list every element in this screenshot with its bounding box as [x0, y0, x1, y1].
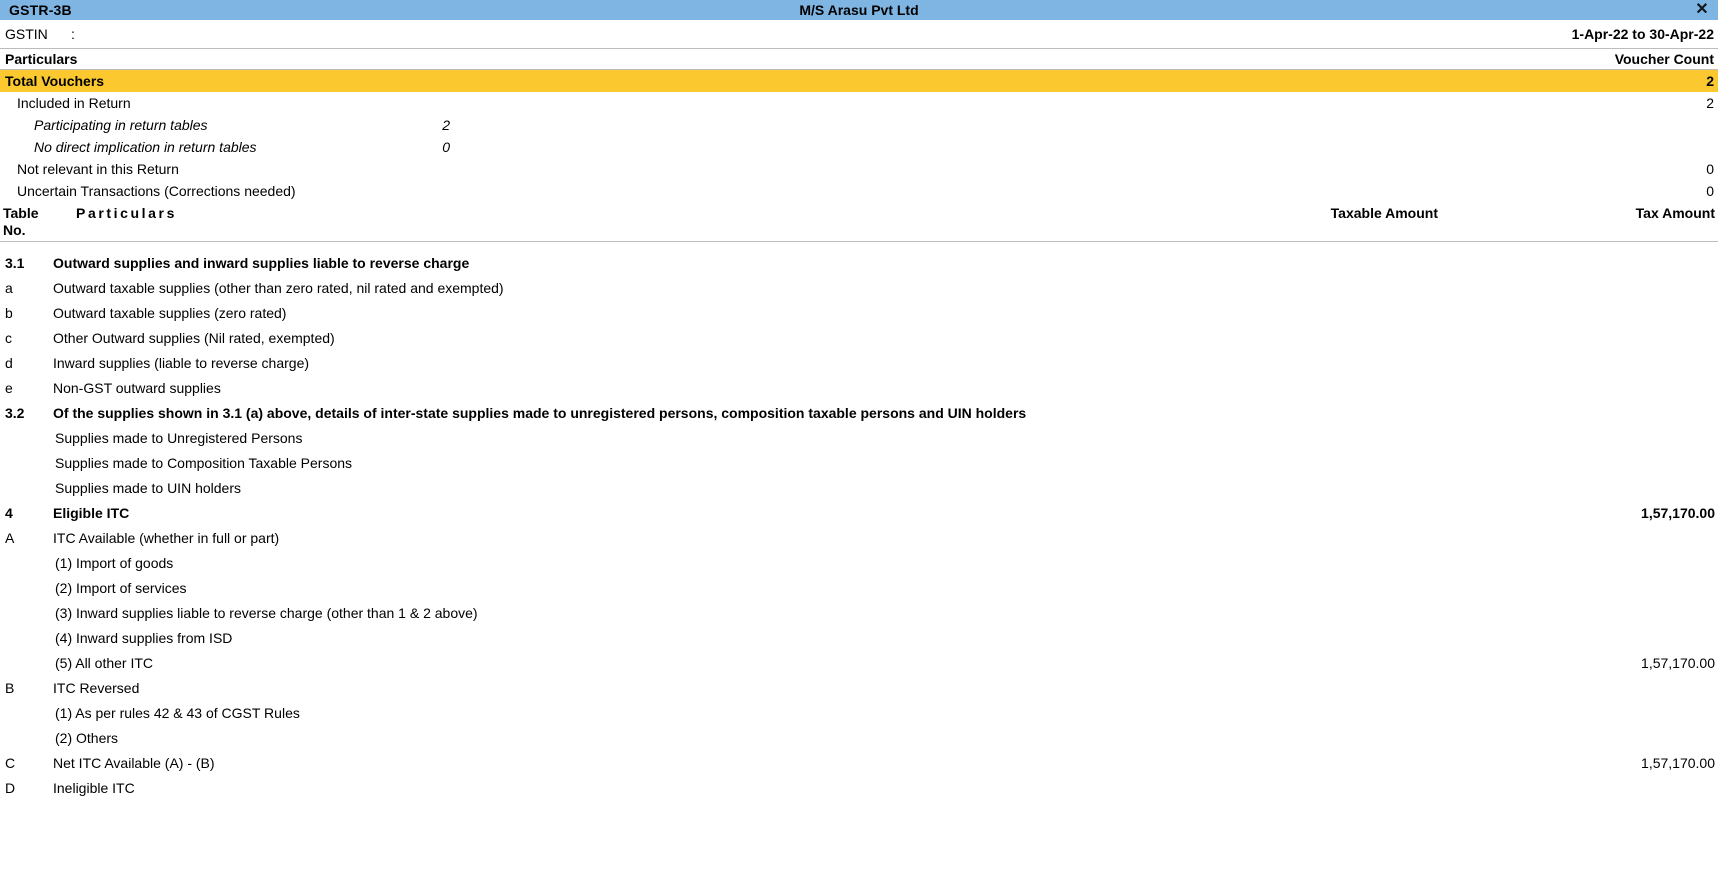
report-period: 1-Apr-22 to 30-Apr-22: [1571, 26, 1714, 42]
table-row: (4) Inward supplies from ISD: [0, 627, 1718, 652]
table-row-particulars: (4) Inward supplies from ISD: [55, 630, 233, 646]
summary-row-midvalue: 2: [442, 117, 450, 133]
table-row-tax-amount: 1,57,170.00: [1641, 505, 1715, 521]
table-row: (1) Import of goods: [0, 552, 1718, 577]
summary-row-count: 0: [1706, 183, 1714, 199]
table-row-tax-amount: 1,57,170.00: [1641, 755, 1715, 771]
window-titlebar: GSTR-3B M/S Arasu Pvt Ltd ✕: [0, 0, 1718, 20]
table-row-particulars: Outward taxable supplies (zero rated): [53, 305, 287, 321]
column-header-tax-amount: Tax Amount: [1635, 205, 1715, 221]
summary-row-label: Not relevant in this Return: [17, 161, 179, 177]
table-row-particulars: (5) All other ITC: [55, 655, 154, 671]
summary-row-label: Uncertain Transactions (Corrections need…: [17, 183, 296, 199]
table-row-particulars: Of the supplies shown in 3.1 (a) above, …: [53, 405, 1027, 421]
table-row-particulars: Inward supplies (liable to reverse charg…: [53, 355, 310, 371]
table-row-code: d: [5, 355, 13, 371]
table-row-particulars: ITC Reversed: [53, 680, 140, 696]
table-row: b Outward taxable supplies (zero rated): [0, 302, 1718, 327]
summary-header-row: Particulars Voucher Count: [0, 49, 1718, 69]
summary-header-voucher-count: Voucher Count: [1614, 51, 1714, 67]
table-row-code: a: [5, 280, 13, 296]
table-row: (1) As per rules 42 & 43 of CGST Rules: [0, 702, 1718, 727]
table-row: A ITC Available (whether in full or part): [0, 527, 1718, 552]
summary-row: Included in Return 2: [0, 92, 1718, 114]
table-row-code: B: [5, 680, 15, 696]
gstin-row: GSTIN : 1-Apr-22 to 30-Apr-22: [0, 20, 1718, 48]
table-row: 3.2 Of the supplies shown in 3.1 (a) abov…: [0, 402, 1718, 427]
summary-row-midvalue: 0: [442, 139, 450, 155]
column-header-particulars: Particulars: [76, 205, 177, 221]
table-row-particulars: Non-GST outward supplies: [53, 380, 221, 396]
gstr3b-report-window: GSTR-3B M/S Arasu Pvt Ltd ✕ GSTIN : 1-Ap…: [0, 0, 1718, 886]
table-row-code: b: [5, 305, 13, 321]
close-icon[interactable]: ✕: [1692, 0, 1712, 20]
column-header-table-no: Table No.: [3, 205, 39, 238]
table-row-particulars: Other Outward supplies (Nil rated, exemp…: [53, 330, 335, 346]
table-row-code: A: [5, 530, 15, 546]
table-row: 4 Eligible ITC 1,57,170.00: [0, 502, 1718, 527]
summary-row-count: 2: [1706, 95, 1714, 111]
summary-row: Total Vouchers 2: [0, 70, 1718, 92]
table-row: (3) Inward supplies liable to reverse ch…: [0, 602, 1718, 627]
table-row-particulars: Supplies made to UIN holders: [55, 480, 241, 496]
table-row-code: 3.2: [5, 405, 25, 421]
summary-row: Uncertain Transactions (Corrections need…: [0, 180, 1718, 202]
table-header-row: Table No. Particulars Taxable Amount Tax…: [0, 202, 1718, 241]
summary-row: No direct implication in return tables 0: [0, 136, 1718, 158]
table-row-particulars: (1) Import of goods: [55, 555, 174, 571]
table-row-code: D: [5, 780, 16, 796]
table-row-particulars: Net ITC Available (A) - (B): [53, 755, 215, 771]
summary-row-count: 0: [1706, 161, 1714, 177]
table-row: 3.1 Outward supplies and inward supplies …: [0, 252, 1718, 277]
table-row-particulars: Supplies made to Composition Taxable Per…: [55, 455, 353, 471]
table-row-particulars: (2) Others: [55, 730, 119, 746]
table-row-particulars: ITC Available (whether in full or part): [53, 530, 280, 546]
gstin-colon: :: [71, 26, 75, 42]
table-row-particulars: Outward taxable supplies (other than zer…: [53, 280, 504, 296]
table-body: 3.1 Outward supplies and inward supplies …: [0, 242, 1718, 802]
gstin-label: GSTIN: [5, 26, 48, 42]
table-row-particulars: Ineligible ITC: [53, 780, 135, 796]
summary-row: Not relevant in this Return 0: [0, 158, 1718, 180]
summary-block: Total Vouchers 2 Included in Return 2 Partic…: [0, 70, 1718, 202]
table-row: C Net ITC Available (A) - (B) 1,57,170.00: [0, 752, 1718, 777]
table-row: Supplies made to Composition Taxable Per…: [0, 452, 1718, 477]
table-row-code: 4: [5, 505, 13, 521]
table-row: D Ineligible ITC: [0, 777, 1718, 802]
table-row: (2) Others: [0, 727, 1718, 752]
table-row: e Non-GST outward supplies: [0, 377, 1718, 402]
table-row: (5) All other ITC 1,57,170.00: [0, 652, 1718, 677]
table-row: Supplies made to Unregistered Persons: [0, 427, 1718, 452]
table-row-particulars: (2) Import of services: [55, 580, 187, 596]
company-name: M/S Arasu Pvt Ltd: [799, 2, 919, 18]
table-row: a Outward taxable supplies (other than ze…: [0, 277, 1718, 302]
summary-header-particulars: Particulars: [5, 51, 78, 67]
table-row: (2) Import of services: [0, 577, 1718, 602]
table-row: c Other Outward supplies (Nil rated, exem…: [0, 327, 1718, 352]
table-row-tax-amount: 1,57,170.00: [1641, 655, 1715, 671]
table-row-code: C: [5, 755, 16, 771]
summary-row-count: 2: [1706, 73, 1714, 89]
table-row: B ITC Reversed: [0, 677, 1718, 702]
column-header-taxable-amount: Taxable Amount: [1330, 205, 1438, 221]
summary-row-label: Participating in return tables: [34, 117, 208, 133]
table-row-code: 3.1: [5, 255, 25, 271]
summary-row: Participating in return tables 2: [0, 114, 1718, 136]
summary-row-label: Total Vouchers: [5, 73, 105, 89]
table-row-particulars: (1) As per rules 42 & 43 of CGST Rules: [55, 705, 300, 721]
table-row: d Inward supplies (liable to reverse char…: [0, 352, 1718, 377]
table-row: Supplies made to UIN holders: [0, 477, 1718, 502]
table-row-code: c: [5, 330, 12, 346]
summary-row-label: No direct implication in return tables: [34, 139, 257, 155]
summary-row-label: Included in Return: [17, 95, 131, 111]
table-row-particulars: Eligible ITC: [53, 505, 130, 521]
table-row-code: e: [5, 380, 13, 396]
table-row-particulars: Outward supplies and inward supplies lia…: [53, 255, 470, 271]
table-row-particulars: (3) Inward supplies liable to reverse ch…: [55, 605, 478, 621]
table-row-particulars: Supplies made to Unregistered Persons: [55, 430, 303, 446]
